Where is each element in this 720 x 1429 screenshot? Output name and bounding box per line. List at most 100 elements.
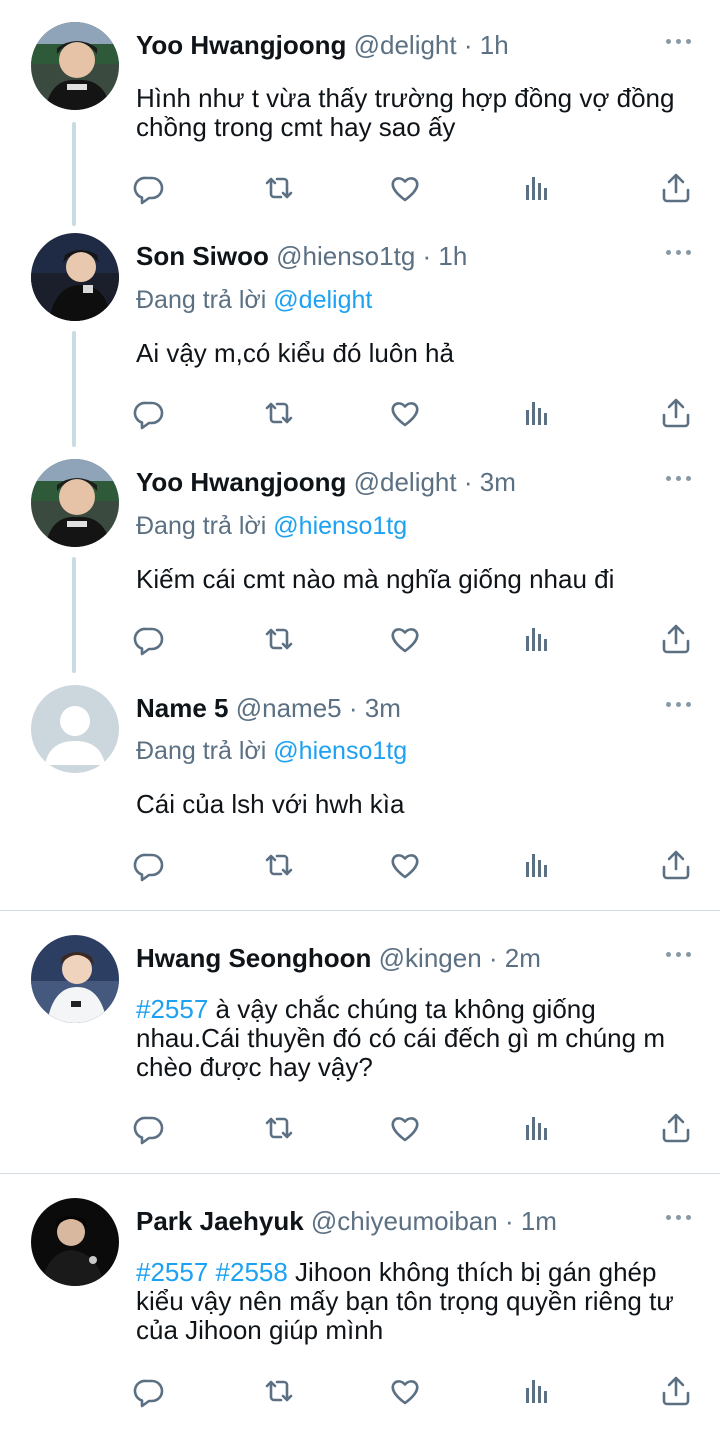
divider [0,1173,720,1174]
tweet-4[interactable]: Name 5 @name5 · 3m Đang trả lời @hienso1… [0,685,720,910]
reply-icon[interactable] [131,395,167,431]
share-icon[interactable] [658,847,694,883]
timestamp[interactable]: · 3m [464,467,516,497]
tweet-2[interactable]: Son Siwoo @hienso1tg · 1h Đang trả lời @… [0,233,720,458]
tweet-body: Hình như t vừa thấy trường hợp đồng vợ đ… [136,83,675,142]
more-icon[interactable] [666,951,692,959]
avatar[interactable] [31,1198,119,1286]
share-icon[interactable] [658,395,694,431]
tweet-6[interactable]: Park Jaehyuk @chiyeumoiban · 1m #2557 #2… [0,1198,720,1429]
heart-icon[interactable] [387,170,423,206]
tweet-text: #2557 #2558 Jihoon không thích bị gán gh… [136,1258,706,1345]
reply-handle-link[interactable]: @hienso1tg [273,737,407,765]
tweet-header: Hwang Seonghoon @kingen · 2m [136,943,541,973]
more-icon[interactable] [666,1214,692,1222]
hashtag-link[interactable]: #2557 #2558 [136,1257,288,1287]
retweet-icon[interactable] [261,621,297,657]
reply-icon[interactable] [131,170,167,206]
action-bar [0,170,720,210]
divider [0,910,720,911]
stats-icon[interactable] [518,395,554,431]
display-name[interactable]: Yoo Hwangjoong [136,467,346,497]
display-name[interactable]: Son Siwoo [136,241,269,271]
hashtag-link[interactable]: #2557 [136,994,208,1024]
reply-prefix: Đang trả lời [136,286,267,314]
more-icon[interactable] [666,38,692,46]
stats-icon[interactable] [518,1110,554,1146]
share-icon[interactable] [658,621,694,657]
tweet-text: Cái của lsh với hwh kìa [136,790,706,819]
avatar[interactable] [31,459,119,547]
handle[interactable]: @delight [354,467,457,497]
more-icon[interactable] [666,701,692,709]
action-bar [0,621,720,661]
tweet-header: Name 5 @name5 · 3m [136,693,401,723]
retweet-icon[interactable] [261,1373,297,1409]
reply-handle-link[interactable]: @delight [273,286,372,314]
tweet-body: à vậy chắc chúng ta không giống nhau.Cái… [136,994,665,1082]
retweet-icon[interactable] [261,395,297,431]
replying-to: Đang trả lời @delight [136,285,372,315]
retweet-icon[interactable] [261,847,297,883]
avatar[interactable] [31,233,119,321]
tweet-body: Kiếm cái cmt nào mà nghĩa giống nhau đi [136,564,615,594]
stats-icon[interactable] [518,621,554,657]
share-icon[interactable] [658,1373,694,1409]
timestamp[interactable]: · 1h [423,241,468,271]
default-avatar-icon[interactable] [31,685,119,773]
tweet-header: Yoo Hwangjoong @delight · 1h [136,30,509,60]
reply-icon[interactable] [131,1110,167,1146]
display-name[interactable]: Hwang Seonghoon [136,943,371,973]
heart-icon[interactable] [387,1110,423,1146]
reply-prefix: Đang trả lời [136,737,267,765]
avatar[interactable] [31,935,119,1023]
display-name[interactable]: Park Jaehyuk [136,1206,304,1236]
reply-prefix: Đang trả lời [136,512,267,540]
replying-to: Đang trả lời @hienso1tg [136,736,407,766]
tweet-body: Cái của lsh với hwh kìa [136,789,405,819]
more-icon[interactable] [666,475,692,483]
handle[interactable]: @chiyeumoiban [311,1206,498,1236]
handle[interactable]: @hienso1tg [276,241,415,271]
avatar[interactable] [31,22,119,110]
handle[interactable]: @kingen [379,943,482,973]
stats-icon[interactable] [518,170,554,206]
heart-icon[interactable] [387,1373,423,1409]
more-icon[interactable] [666,249,692,257]
tweet-header: Son Siwoo @hienso1tg · 1h [136,241,467,271]
retweet-icon[interactable] [261,1110,297,1146]
heart-icon[interactable] [387,621,423,657]
reply-icon[interactable] [131,847,167,883]
tweet-text: Kiếm cái cmt nào mà nghĩa giống nhau đi [136,565,706,594]
share-icon[interactable] [658,170,694,206]
timestamp[interactable]: · 1m [505,1206,557,1236]
tweet-3[interactable]: Yoo Hwangjoong @delight · 3m Đang trả lờ… [0,459,720,684]
handle[interactable]: @name5 [236,693,342,723]
handle[interactable]: @delight [354,30,457,60]
tweet-body: Ai vậy m,có kiểu đó luôn hả [136,338,454,368]
display-name[interactable]: Name 5 [136,693,229,723]
timestamp[interactable]: · 3m [349,693,401,723]
reply-icon[interactable] [131,621,167,657]
tweet-text: #2557 à vậy chắc chúng ta không giống nh… [136,995,706,1082]
tweet-header: Park Jaehyuk @chiyeumoiban · 1m [136,1206,557,1236]
action-bar [0,1373,720,1413]
stats-icon[interactable] [518,847,554,883]
timestamp[interactable]: · 2m [489,943,541,973]
reply-icon[interactable] [131,1373,167,1409]
tweet-text: Ai vậy m,có kiểu đó luôn hả [136,339,706,368]
action-bar [0,847,720,887]
action-bar [0,1110,720,1150]
share-icon[interactable] [658,1110,694,1146]
heart-icon[interactable] [387,847,423,883]
tweet-5[interactable]: Hwang Seonghoon @kingen · 2m #2557 à vậy… [0,935,720,1165]
display-name[interactable]: Yoo Hwangjoong [136,30,346,60]
heart-icon[interactable] [387,395,423,431]
tweet-1[interactable]: Yoo Hwangjoong @delight · 1h Hình như t … [0,22,720,237]
replying-to: Đang trả lời @hienso1tg [136,511,407,541]
reply-handle-link[interactable]: @hienso1tg [273,512,407,540]
retweet-icon[interactable] [261,170,297,206]
stats-icon[interactable] [518,1373,554,1409]
tweet-text: Hình như t vừa thấy trường hợp đồng vợ đ… [136,84,706,142]
timestamp[interactable]: · 1h [464,30,509,60]
